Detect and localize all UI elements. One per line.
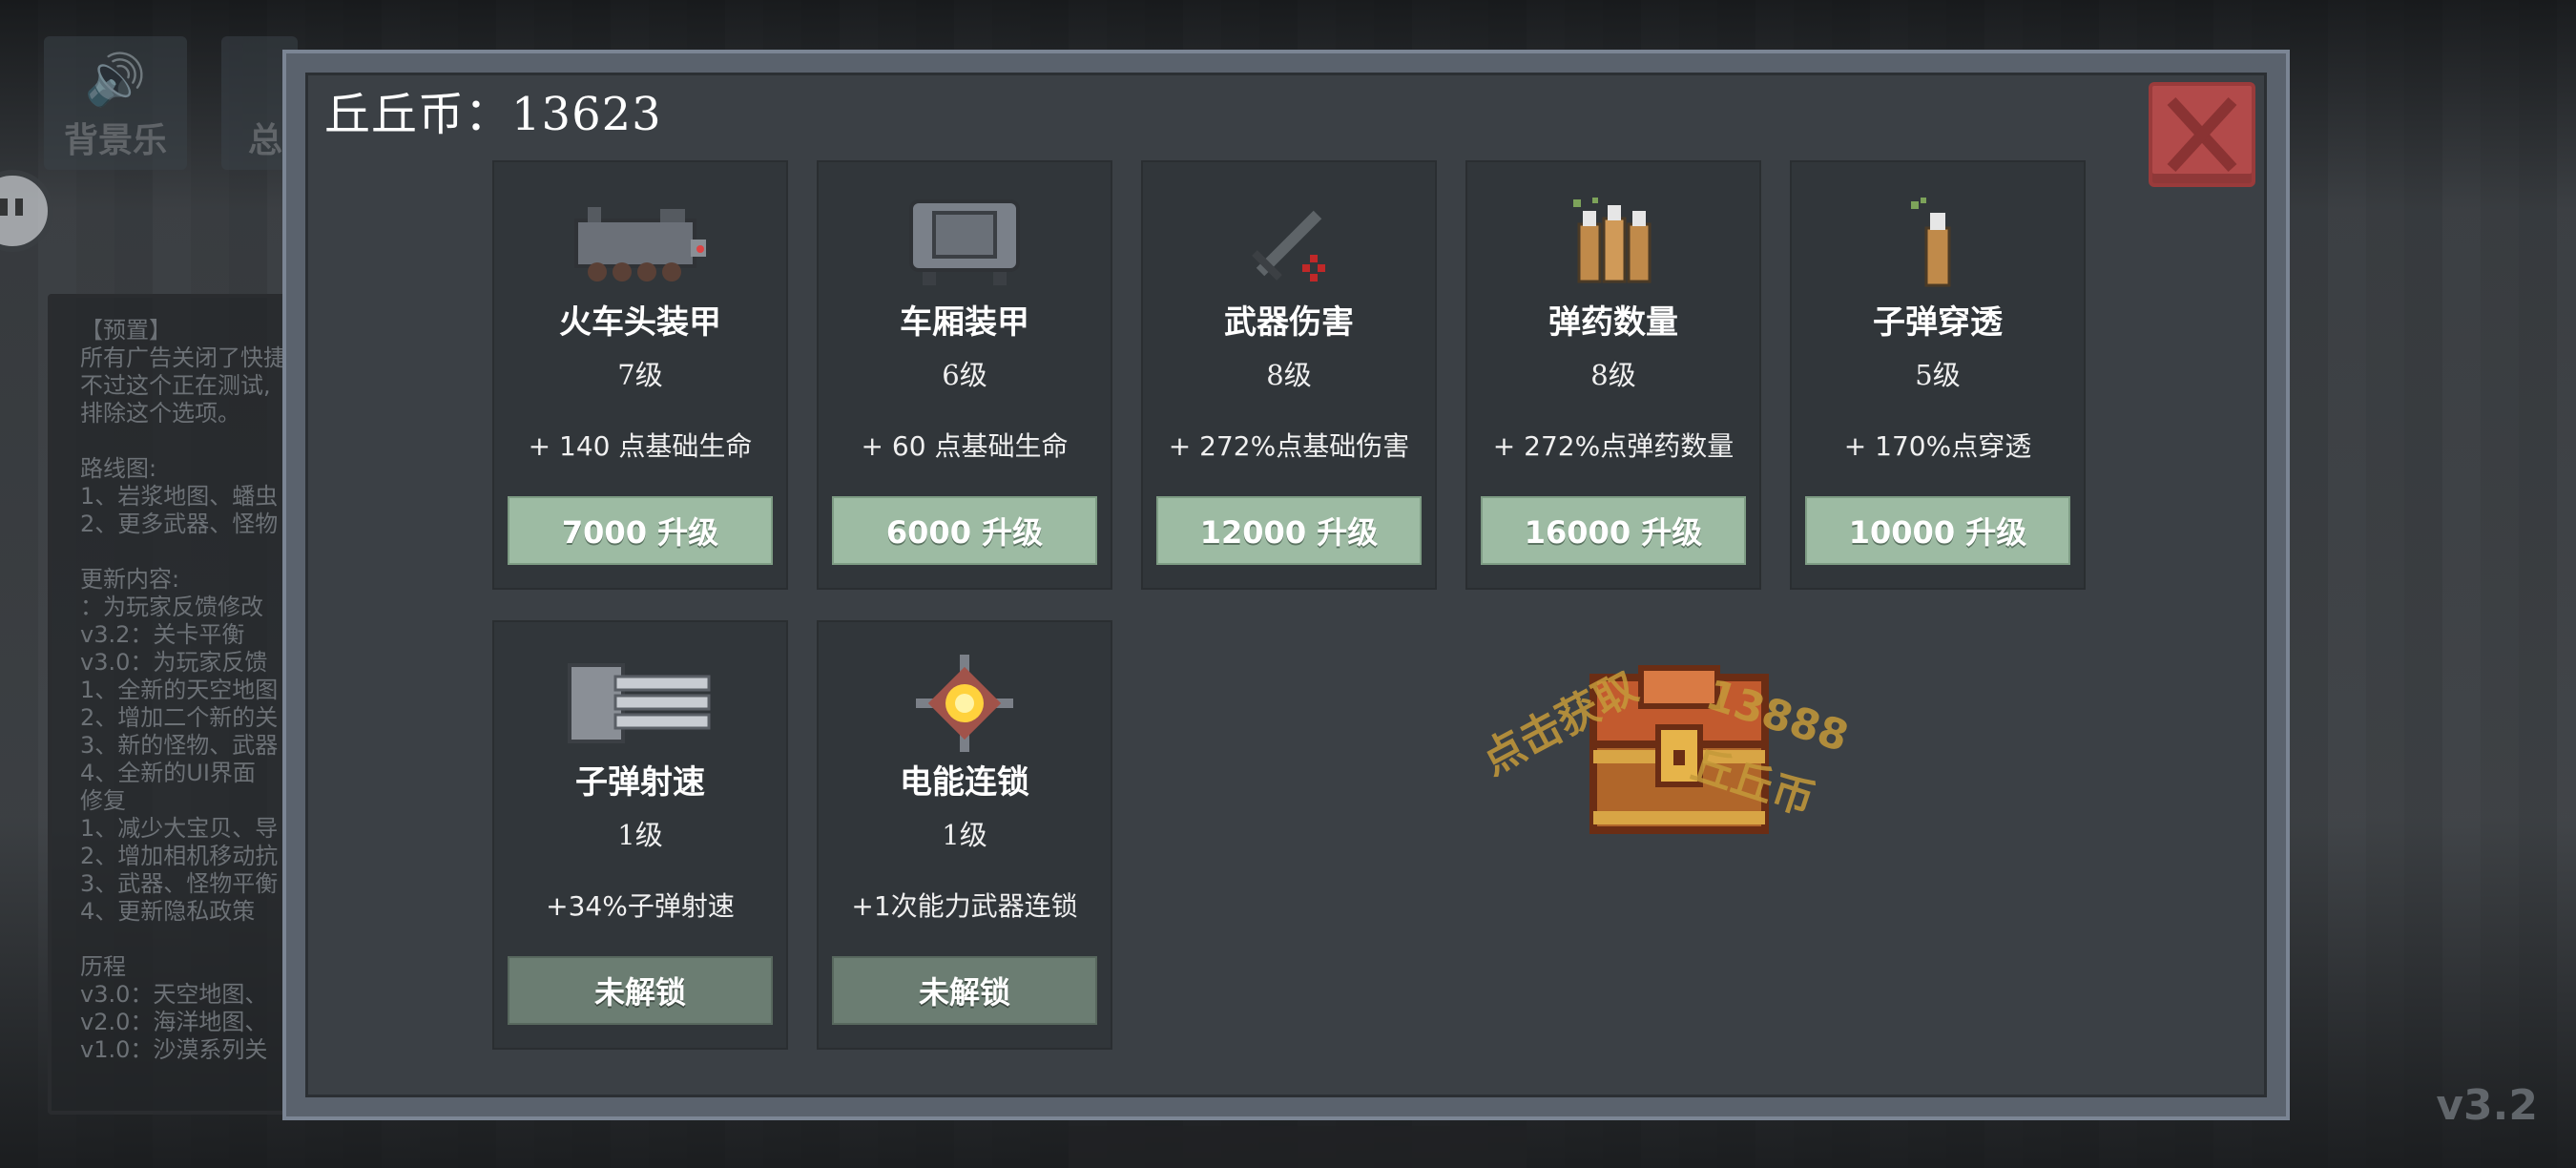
upgrade-level: 5级 [1915, 359, 1961, 391]
gatling-icon [494, 651, 786, 756]
note-line: v3.0：天空地图、 [80, 981, 268, 1008]
upgrade-description: +34%子弹射速 [546, 890, 735, 922]
upgrade-card: 弹药数量 8级 + 272%点弹药数量 16000 升级 [1465, 160, 1761, 590]
upgrade-button[interactable]: 7000 升级 [508, 496, 773, 565]
upgrade-description: + 60 点基础生命 [861, 430, 1069, 462]
note-line: 1、岩浆地图、蟠虫 [80, 483, 279, 510]
note-line: 历程 [80, 953, 126, 980]
note-line [80, 428, 301, 455]
sword-icon [1143, 191, 1435, 296]
note-line: 排除这个选项。 [80, 400, 240, 427]
speaker-icon: 🔊 [84, 52, 147, 109]
note-line: 4、全新的UI界面 [80, 760, 256, 786]
note-line: 1、全新的天空地图 [80, 677, 279, 703]
upgrade-card: 车厢装甲 6级 + 60 点基础生命 6000 升级 [817, 160, 1112, 590]
upgrade-card: 电能连锁 1级 +1次能力武器连锁未解锁 [817, 620, 1112, 1050]
upgrade-level: 8级 [1590, 359, 1636, 391]
energy-orb-icon [819, 651, 1111, 756]
upgrade-button[interactable]: 12000 升级 [1156, 496, 1422, 565]
note-line: 3、武器、怪物平衡 [80, 870, 279, 897]
note-line: 更新内容: [80, 566, 180, 593]
bgm-label: 背景乐 [63, 121, 167, 160]
note-line [80, 926, 301, 953]
upgrade-description: + 170%点穿透 [1843, 430, 2032, 462]
upgrade-card: 火车头装甲 7级 + 140 点基础生命 7000 升级 [492, 160, 788, 590]
upgrade-name: 子弹穿透 [1873, 303, 2003, 342]
upgrade-name: 车厢装甲 [900, 303, 1029, 342]
bullet-icon [1792, 191, 2084, 296]
upgrade-button[interactable]: 16000 升级 [1481, 496, 1746, 565]
upgrade-card: 武器伤害 8级 + 272%点基础伤害 12000 升级 [1141, 160, 1437, 590]
note-line: 2、更多武器、怪物 [80, 511, 279, 537]
note-line: v2.0：海洋地图、 [80, 1009, 268, 1035]
bottom-strip [1069, 1126, 1527, 1168]
upgrade-level: 1级 [617, 819, 663, 851]
note-line: 不过这个正在测试, [80, 372, 271, 399]
upgrade-card: 子弹射速 1级 +34%子弹射速未解锁 [492, 620, 788, 1050]
note-line [80, 538, 301, 566]
upgrade-name: 电能连锁 [900, 763, 1029, 802]
upgrade-name: 子弹射速 [575, 763, 705, 802]
note-line: 【预置】 [80, 317, 172, 344]
note-line: v3.0：为玩家反馈 [80, 649, 268, 676]
note-line: 2、增加二个新的关 [80, 704, 279, 731]
note-line: 修复 [80, 787, 126, 814]
upgrade-level: 7级 [617, 359, 663, 391]
upgrade-card: 子弹穿透 5级 + 170%点穿透 10000 升级 [1790, 160, 2086, 590]
note-line: 1、减少大宝贝、导 [80, 815, 279, 842]
upgrade-description: + 272%点基础伤害 [1168, 430, 1410, 462]
upgrade-level: 8级 [1266, 359, 1312, 391]
upgrade-name: 火车头装甲 [559, 303, 721, 342]
coin-balance: 丘丘币：13623 [324, 88, 662, 141]
treasure-chest-button[interactable]: 点击获取 13888 丘丘币 [1474, 620, 1860, 849]
upgrade-button[interactable]: 6000 升级 [832, 496, 1097, 565]
version-label: v3.2 [2436, 1081, 2538, 1130]
bg-partial-label: 总 [248, 121, 283, 160]
note-line: v3.2：关卡平衡 [80, 621, 245, 648]
upgrade-button[interactable]: 10000 升级 [1805, 496, 2070, 565]
upgrade-name: 弹药数量 [1548, 303, 1678, 342]
note-line: 所有广告关闭了快捷 [80, 344, 286, 371]
upgrade-description: +1次能力武器连锁 [851, 890, 1078, 922]
locked-button[interactable]: 未解锁 [508, 956, 773, 1025]
upgrade-description: + 140 点基础生命 [528, 430, 753, 462]
note-line: v1.0：沙漠系列关 [80, 1036, 268, 1063]
note-line: 2、增加相机移动抗 [80, 843, 279, 869]
upgrade-description: + 272%点弹药数量 [1492, 430, 1735, 462]
close-icon [2167, 96, 2237, 173]
note-line: ：为玩家反馈修改 [80, 594, 263, 620]
note-line: 4、更新隐私政策 [80, 898, 256, 925]
carriage-icon [819, 191, 1111, 296]
note-line: 3、新的怪物、武器 [80, 732, 279, 759]
upgrade-name: 武器伤害 [1224, 303, 1354, 342]
ammo-bundle-icon [1467, 191, 1759, 296]
close-button[interactable] [2149, 82, 2255, 187]
upgrade-level: 6级 [942, 359, 987, 391]
upgrade-level: 1级 [942, 819, 987, 851]
bgm-toggle-button[interactable]: 🔊 背景乐 [44, 36, 187, 170]
locked-button[interactable]: 未解锁 [832, 956, 1097, 1025]
locomotive-icon [494, 191, 786, 296]
note-line: 路线图: [80, 455, 157, 482]
